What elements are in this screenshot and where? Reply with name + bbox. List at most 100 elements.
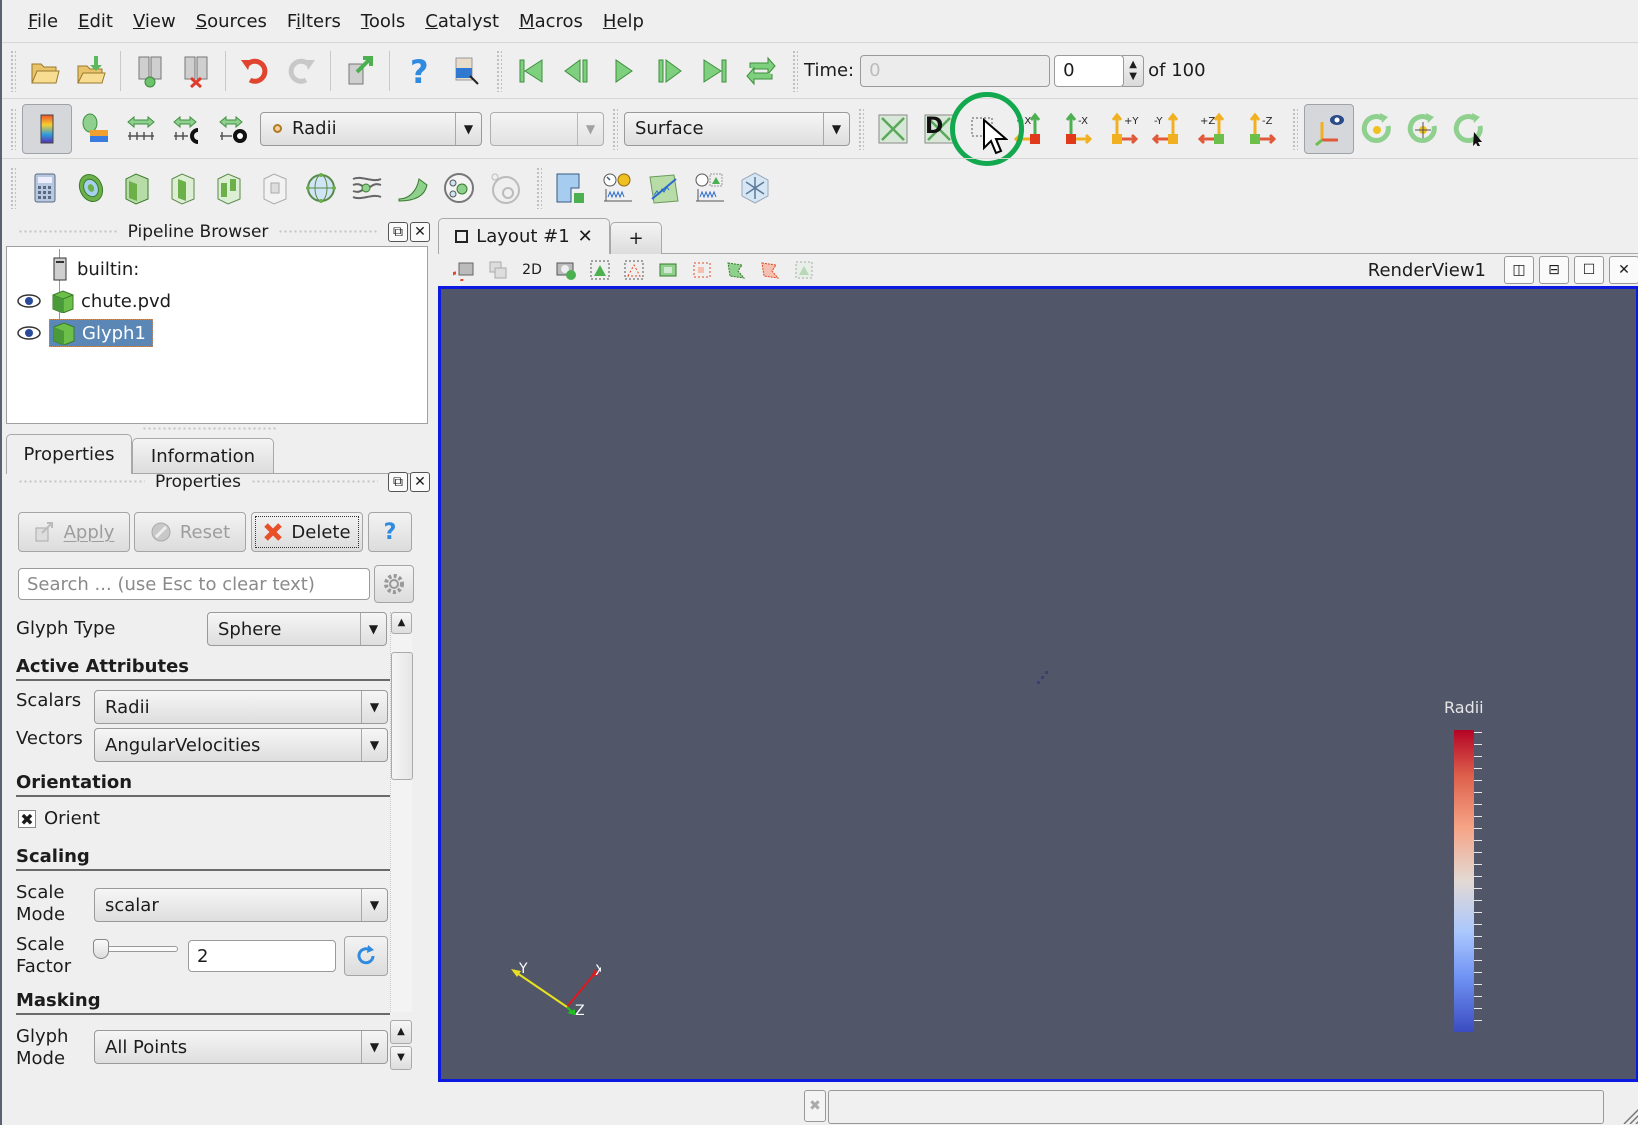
reset-center-icon[interactable] (1400, 106, 1446, 152)
menu-help[interactable]: Help (593, 11, 654, 32)
apply-button[interactable]: Apply (18, 512, 130, 552)
menu-macros[interactable]: Macros (509, 11, 593, 32)
toolbar-grip[interactable] (536, 166, 542, 209)
tab-layout-1[interactable]: Layout #1 ✕ (438, 218, 610, 254)
glyph-type-select[interactable]: Sphere ▼ (207, 612, 387, 646)
float-dock-button[interactable]: ⧉ (388, 472, 409, 492)
scroll-down-button[interactable]: ▼ (390, 1046, 412, 1070)
scale-mode-select[interactable]: scalar ▼ (94, 888, 388, 922)
extract-selection-icon[interactable] (548, 165, 594, 211)
calculator-icon[interactable] (22, 165, 68, 211)
rescale-visible-range-icon[interactable] (210, 106, 256, 152)
scale-factor-slider[interactable] (93, 939, 178, 959)
inner-scrollbar[interactable]: ▲ ▼ (390, 1020, 412, 1070)
menu-filters[interactable]: Filters (277, 11, 351, 32)
next-frame-icon[interactable] (646, 48, 692, 94)
close-view-button[interactable]: ✕ (1609, 256, 1638, 284)
menu-file[interactable]: File (18, 11, 68, 32)
ray-tracing-icon[interactable] (732, 165, 778, 211)
find-data-icon[interactable] (442, 48, 488, 94)
menu-sources[interactable]: Sources (186, 11, 277, 32)
view-minus-x-icon[interactable]: -X (1054, 106, 1100, 152)
toggle-color-legend-icon[interactable] (22, 103, 72, 154)
select-blocks-icon[interactable] (788, 256, 820, 284)
slider-handle[interactable] (93, 939, 109, 959)
abort-button[interactable]: ✖ (804, 1090, 826, 1122)
timestep-spinbox[interactable]: 0 (1054, 54, 1125, 87)
disconnect-icon[interactable] (173, 48, 219, 94)
reset-to-data-bounds-button[interactable] (344, 936, 388, 976)
plot-over-line-icon[interactable] (640, 165, 686, 211)
capture-screenshot-icon[interactable] (448, 256, 480, 284)
extract-level-icon[interactable] (482, 165, 528, 211)
property-search-input[interactable]: Search ... (use Esc to clear text) (18, 568, 370, 600)
toolbar-grip[interactable] (10, 166, 16, 209)
reset-button[interactable]: Reset (134, 512, 246, 552)
pipeline-item-chute[interactable]: chute.pvd (17, 287, 171, 315)
select-cells-through-icon[interactable] (652, 256, 684, 284)
view-plus-y-icon[interactable]: +Y (1100, 106, 1146, 152)
resize-grip-icon[interactable] (1620, 1104, 1638, 1124)
view-minus-z-icon[interactable]: -Z (1238, 106, 1284, 152)
tab-properties[interactable]: Properties (6, 434, 132, 474)
previous-frame-icon[interactable] (554, 48, 600, 94)
menu-edit[interactable]: Edit (68, 11, 123, 32)
toolbar-grip[interactable] (612, 107, 618, 150)
glyph-mode-select[interactable]: All Points ▼ (94, 1030, 388, 1064)
menu-catalyst[interactable]: Catalyst (415, 11, 509, 32)
scroll-up-button[interactable]: ▲ (390, 1020, 412, 1044)
select-points-through-icon[interactable] (686, 256, 718, 284)
orient-checkbox[interactable]: ✖ (18, 810, 36, 829)
toolbar-grip[interactable] (858, 107, 864, 150)
time-input[interactable]: 0 (860, 54, 1051, 87)
show-orientation-axes-icon[interactable] (1304, 103, 1354, 154)
tab-information[interactable]: Information (132, 438, 274, 474)
connect-icon[interactable] (127, 48, 173, 94)
loop-icon[interactable] (738, 48, 784, 94)
add-layout-tab[interactable]: + (610, 222, 662, 254)
rescale-data-range-icon[interactable] (118, 106, 164, 152)
toolbar-grip[interactable] (1292, 107, 1298, 150)
slice-icon[interactable] (160, 165, 206, 211)
menu-view[interactable]: View (123, 11, 186, 32)
component-select[interactable]: ▼ (490, 111, 604, 146)
open-file-icon[interactable] (22, 48, 68, 94)
float-dock-button[interactable]: ⧉ (388, 222, 409, 242)
clip-icon[interactable] (114, 165, 160, 211)
pipeline-item-builtin[interactable]: builtin: (53, 255, 139, 283)
scroll-thumb[interactable] (391, 652, 413, 780)
group-datasets-icon[interactable] (436, 165, 482, 211)
rescale-custom-range-icon[interactable] (164, 106, 210, 152)
load-state-icon[interactable] (68, 48, 114, 94)
last-frame-icon[interactable] (692, 48, 738, 94)
play-icon[interactable] (600, 48, 646, 94)
reset-camera-icon[interactable] (870, 106, 916, 152)
toolbar-grip[interactable] (792, 49, 798, 92)
stream-tracer-icon[interactable] (344, 165, 390, 211)
plot-selection-over-time-icon[interactable] (594, 165, 640, 211)
scroll-up-button[interactable]: ▲ (391, 612, 412, 634)
help-icon[interactable]: ? (396, 48, 442, 94)
toolbar-grip[interactable] (10, 107, 16, 150)
scalars-select[interactable]: Radii ▼ (94, 690, 388, 724)
split-horizontal-button[interactable]: ◫ (1504, 256, 1534, 284)
view-minus-y-icon[interactable]: -Y (1146, 106, 1192, 152)
center-rotation-icon[interactable] (1354, 106, 1400, 152)
close-tab-icon[interactable]: ✕ (578, 226, 593, 247)
warp-by-vector-icon[interactable] (390, 165, 436, 211)
scale-factor-input[interactable]: 2 (188, 940, 336, 972)
menu-tools[interactable]: Tools (351, 11, 415, 32)
glyph-icon[interactable] (298, 165, 344, 211)
timestep-spin-buttons[interactable]: ▲ ▼ (1122, 54, 1145, 87)
extract-subset-icon[interactable] (252, 165, 298, 211)
color-legend-bar[interactable] (1454, 730, 1474, 1032)
threshold-icon[interactable] (206, 165, 252, 211)
color-array-select[interactable]: Radii ▼ (260, 111, 482, 146)
maximize-view-button[interactable]: ☐ (1574, 256, 1604, 284)
first-frame-icon[interactable] (508, 48, 554, 94)
toolbar-grip[interactable] (10, 49, 16, 92)
split-vertical-button[interactable]: ⊟ (1539, 256, 1569, 284)
copy-screenshot-icon[interactable] (482, 256, 514, 284)
select-cells-polygon-icon[interactable] (720, 256, 752, 284)
representation-select[interactable]: Surface ▼ (624, 111, 850, 146)
